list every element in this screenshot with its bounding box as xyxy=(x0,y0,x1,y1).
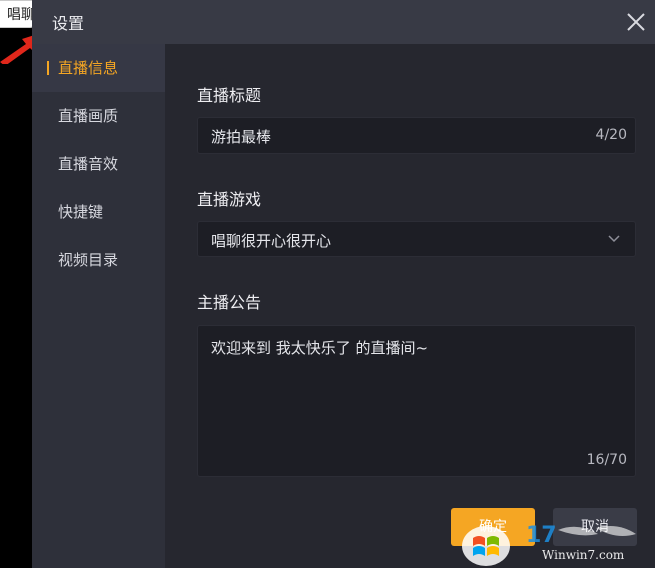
settings-dialog: 设置 直播信息 直播画质 直播音效 快捷键 视频目录 直播标题 游拍最棒 4/2… xyxy=(32,0,655,568)
stream-title-value: 游拍最棒 xyxy=(211,128,272,146)
sidebar-item-label: 直播信息 xyxy=(58,59,119,77)
svg-text:17: 17 xyxy=(526,523,557,548)
sidebar-item-label: 视频目录 xyxy=(58,251,119,269)
stream-game-value: 唱聊很开心很开心 xyxy=(211,232,332,250)
watermark-text: Winwin7.com xyxy=(542,548,625,562)
active-indicator xyxy=(47,61,49,75)
close-button[interactable] xyxy=(621,7,651,37)
sidebar-item-label: 直播音效 xyxy=(58,155,119,173)
announcement-label: 主播公告 xyxy=(197,293,262,312)
background-app xyxy=(0,0,32,568)
background-tag-text: 唱聊 xyxy=(7,7,35,23)
announcement-textarea[interactable]: 欢迎来到 我太快乐了 的直播间~ 16/70 xyxy=(197,325,636,477)
announcement-counter: 16/70 xyxy=(586,452,627,468)
stream-title-counter: 4/20 xyxy=(595,127,627,143)
sidebar-item-video-directory[interactable]: 视频目录 xyxy=(32,236,165,284)
sidebar-item-stream-info[interactable]: 直播信息 xyxy=(32,44,165,92)
announcement-value: 欢迎来到 我太快乐了 的直播间~ xyxy=(211,339,429,357)
close-icon xyxy=(627,13,645,31)
sidebar-item-label: 快捷键 xyxy=(58,203,104,221)
dialog-title: 设置 xyxy=(52,14,85,33)
chevron-down-icon xyxy=(608,235,620,243)
sidebar-item-stream-audio[interactable]: 直播音效 xyxy=(32,140,165,188)
sidebar-item-stream-quality[interactable]: 直播画质 xyxy=(32,92,165,140)
stream-game-select[interactable]: 唱聊很开心很开心 xyxy=(197,221,636,257)
stream-title-label: 直播标题 xyxy=(197,86,262,105)
stream-game-label: 直播游戏 xyxy=(197,190,262,209)
settings-sidebar: 直播信息 直播画质 直播音效 快捷键 视频目录 xyxy=(32,44,165,568)
sidebar-item-label: 直播画质 xyxy=(58,107,119,125)
sidebar-item-shortcuts[interactable]: 快捷键 xyxy=(32,188,165,236)
stream-title-input[interactable]: 游拍最棒 4/20 xyxy=(197,117,636,154)
dialog-titlebar: 设置 xyxy=(32,0,655,44)
